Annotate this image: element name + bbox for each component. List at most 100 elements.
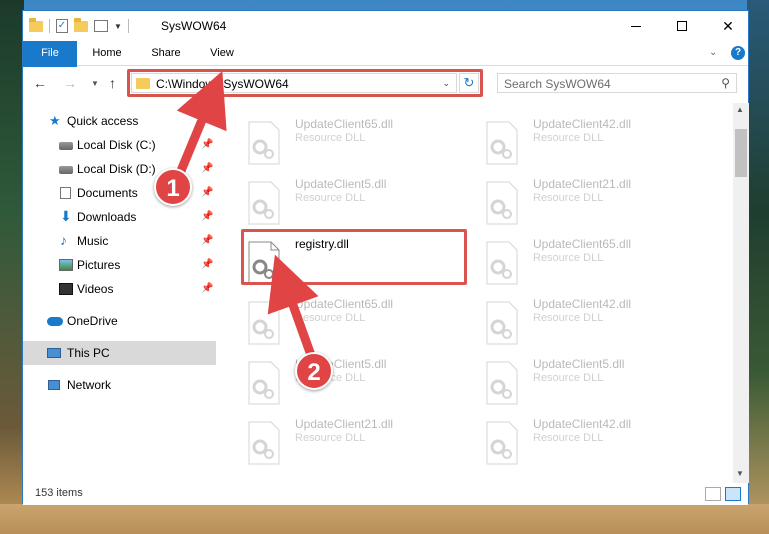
maximize-icon (677, 21, 687, 31)
search-icon[interactable]: ⚲ (721, 76, 730, 90)
customize-qat-chevron-icon[interactable]: ▼ (114, 22, 122, 31)
file-item[interactable]: UpdateClient42.dll Resource DLL (477, 117, 707, 167)
sidebar-item-network[interactable]: Network (23, 373, 216, 397)
search-placeholder: Search SysWOW64 (504, 77, 611, 91)
step-2-badge: 2 (295, 352, 333, 390)
large-icons-view-icon[interactable] (725, 487, 741, 501)
file-item[interactable]: UpdateClient42.dll Resource DLL (477, 297, 707, 347)
pin-icon[interactable]: 📌 (201, 139, 213, 150)
file-type: Resource DLL (533, 372, 604, 384)
file-item[interactable]: UpdateClient5.dll Resource DLL (239, 357, 469, 407)
file-name: UpdateClient42.dll (533, 417, 632, 431)
tab-home[interactable]: Home (81, 41, 133, 66)
close-button[interactable]: ✕ (705, 11, 751, 41)
details-view-icon[interactable] (705, 487, 721, 501)
sidebar-item-label: Local Disk (C:) (77, 138, 156, 152)
explorer-window: ✓ ▼ SysWOW64 ✕ File Home Share View ⌄ ? … (22, 10, 751, 505)
new-folder-icon[interactable] (74, 17, 88, 32)
sidebar-item-label: This PC (67, 346, 110, 360)
pin-icon[interactable]: 📌 (201, 211, 213, 222)
properties-check-icon[interactable]: ✓ (56, 19, 68, 33)
pin-icon[interactable]: 📌 (201, 283, 213, 294)
file-name: UpdateClient42.dll (533, 117, 632, 131)
item-count: 153 items (35, 487, 83, 499)
pin-icon[interactable]: 📌 (201, 163, 213, 174)
file-item[interactable]: UpdateClient5.dll Resource DLL (239, 177, 469, 227)
desktop-background-right (747, 0, 769, 534)
search-input[interactable]: Search SysWOW64 ⚲ (497, 73, 737, 93)
scroll-down-arrow-icon[interactable]: ▼ (736, 469, 744, 478)
scroll-up-arrow-icon[interactable]: ▲ (736, 105, 744, 114)
music-note-icon: ♪ (60, 232, 67, 248)
sidebar-item-label: OneDrive (67, 314, 118, 328)
network-icon (48, 380, 60, 390)
file-item[interactable]: UpdateClient65.dll Resource DLL (477, 237, 707, 287)
desktop-background-left (0, 0, 24, 534)
file-type: Resource DLL (295, 432, 366, 444)
file-item[interactable]: UpdateClient65.dll Resource DLL (239, 117, 469, 167)
status-bar: 153 items (23, 483, 748, 505)
sidebar-item-music[interactable]: ♪ Music 📌 (23, 229, 216, 253)
file-name: UpdateClient65.dll (295, 117, 394, 131)
up-arrow-icon[interactable]: ↑ (109, 75, 116, 91)
file-item[interactable]: UpdateClient65.dll Resource DLL (239, 297, 469, 347)
drive-icon (59, 166, 73, 174)
sidebar-item-quick-access[interactable]: ★ Quick access (23, 109, 216, 133)
window-title: SysWOW64 (161, 19, 227, 33)
dll-file-icon (248, 121, 280, 165)
file-name: UpdateClient65.dll (295, 297, 394, 311)
divider (127, 19, 129, 33)
file-name: UpdateClient5.dll (533, 357, 625, 371)
maximize-button[interactable] (659, 11, 705, 41)
file-item[interactable]: UpdateClient5.dll Resource DLL (477, 357, 707, 407)
dll-file-icon (486, 361, 518, 405)
minimize-icon (631, 25, 641, 27)
forward-arrow-icon[interactable]: → (63, 75, 77, 91)
expand-ribbon-chevron-icon[interactable]: ⌄ (709, 47, 717, 58)
dll-file-icon (486, 301, 518, 345)
download-arrow-icon: ⬇ (60, 208, 72, 224)
dll-file-icon (486, 421, 518, 465)
sidebar-item-label: Videos (77, 282, 114, 296)
file-type: Resource DLL (295, 192, 366, 204)
file-name: UpdateClient42.dll (533, 297, 632, 311)
sidebar-item-downloads[interactable]: ⬇ Downloads 📌 (23, 205, 216, 229)
properties-icon[interactable] (94, 20, 108, 32)
pin-icon[interactable]: 📌 (201, 259, 213, 270)
file-type: Resource DLL (533, 132, 604, 144)
tab-share[interactable]: Share (143, 41, 189, 66)
vertical-scrollbar[interactable]: ▲ ▼ (733, 103, 749, 483)
cloud-icon (47, 317, 63, 326)
pin-icon[interactable]: 📌 (201, 235, 213, 246)
scroll-thumb[interactable] (735, 129, 747, 177)
help-icon[interactable]: ? (731, 46, 745, 60)
computer-icon (47, 348, 61, 358)
file-item[interactable]: UpdateClient21.dll Resource DLL (477, 177, 707, 227)
sidebar-item-videos[interactable]: Videos 📌 (23, 277, 216, 301)
address-bar-highlight-box (127, 69, 483, 97)
pin-icon[interactable]: 📌 (201, 187, 213, 198)
documents-icon (60, 187, 71, 199)
file-type: Resource DLL (533, 432, 604, 444)
dll-file-icon (486, 121, 518, 165)
file-item[interactable]: UpdateClient42.dll Resource DLL (477, 417, 707, 467)
recent-locations-chevron-icon[interactable]: ▼ (91, 79, 99, 88)
sidebar-item-pictures[interactable]: Pictures 📌 (23, 253, 216, 277)
step-1-badge: 1 (154, 168, 192, 206)
file-item[interactable]: UpdateClient21.dll Resource DLL (239, 417, 469, 467)
folder-icon (29, 17, 43, 32)
sidebar-item-label: Music (77, 234, 109, 248)
ribbon-tabs: File Home Share View ⌄ ? (23, 41, 748, 91)
tab-view[interactable]: View (199, 41, 245, 66)
divider (49, 19, 50, 33)
sidebar-item-onedrive[interactable]: OneDrive (23, 309, 216, 333)
sidebar-item-this-pc[interactable]: This PC (23, 341, 216, 365)
minimize-button[interactable] (613, 11, 659, 41)
back-arrow-icon[interactable]: ← (33, 75, 47, 91)
quick-access-toolbar: ✓ ▼ (29, 17, 129, 35)
sidebar-item-local-disk-c[interactable]: Local Disk (C:) 📌 (23, 133, 216, 157)
dll-file-icon (248, 361, 280, 405)
drive-icon (59, 142, 73, 150)
navigation-pane: ★ Quick access Local Disk (C:) 📌 Local D… (23, 103, 216, 483)
file-list: UpdateClient65.dll Resource DLL UpdateCl… (219, 103, 733, 483)
